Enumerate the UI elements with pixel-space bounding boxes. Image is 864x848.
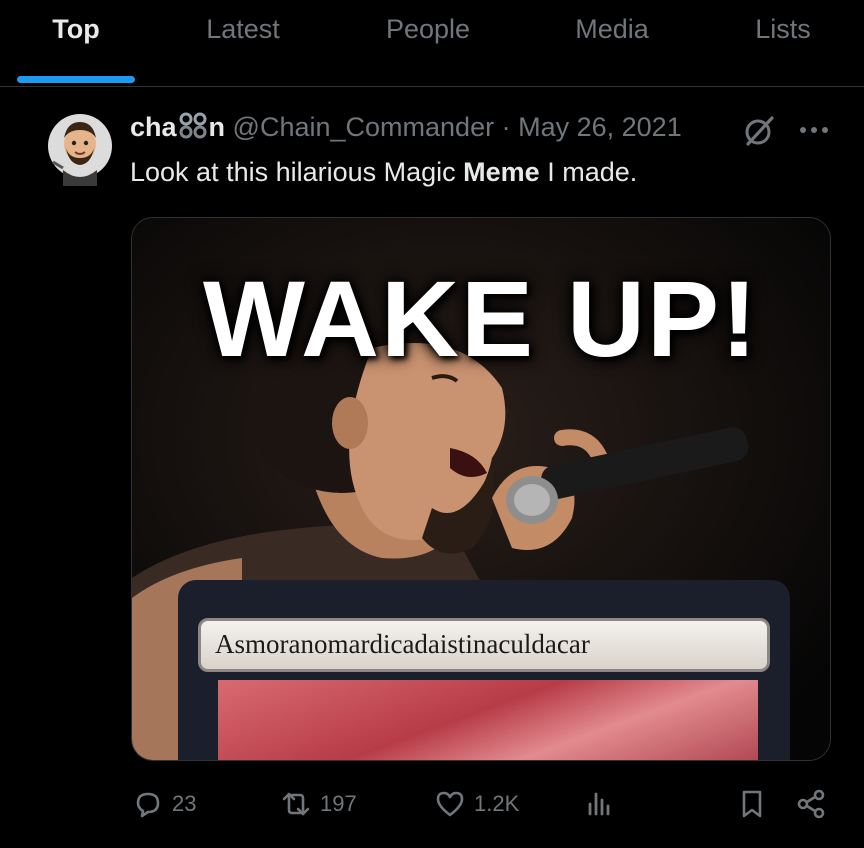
repost-icon	[282, 792, 310, 816]
like-icon	[436, 791, 464, 817]
active-tab-indicator	[17, 76, 135, 83]
tweet-actions: 23 197 1.2K	[0, 780, 864, 830]
tweet-text-part: Look at this hilarious Magic	[130, 157, 464, 187]
display-name[interactable]: cha n	[130, 112, 225, 142]
chain-emoji-icon	[179, 112, 207, 139]
magic-card: Asmoranomardicadaistinaculdacar	[178, 580, 790, 760]
like-count: 1.2K	[474, 791, 520, 816]
tweet-header: cha n @Chain_Commander · May 26, 2021	[130, 112, 682, 148]
tweet-text-part: I made.	[539, 157, 638, 187]
tab-top[interactable]: Top	[17, 14, 135, 54]
avatar[interactable]	[47, 110, 113, 186]
tab-lists[interactable]: Lists	[738, 14, 828, 54]
separator-dot: ·	[501, 112, 511, 142]
display-name-prefix[interactable]: cha	[130, 112, 177, 142]
tweet-text-highlight: Meme	[463, 157, 540, 187]
search-tabs: Top Latest People Media Lists	[0, 0, 864, 87]
reply-icon	[136, 792, 160, 818]
tweet-date[interactable]: May 26, 2021	[518, 112, 682, 142]
reply-count: 23	[172, 791, 197, 816]
meme-caption: WAKE UP!	[203, 258, 759, 379]
share-icon	[797, 789, 825, 819]
repost-button[interactable]: 197	[280, 786, 357, 822]
grok-icon[interactable]	[742, 114, 776, 148]
display-name-suffix[interactable]: n	[209, 112, 226, 142]
tab-latest[interactable]: Latest	[180, 14, 306, 54]
views-icon	[588, 792, 610, 816]
more-icon[interactable]	[797, 118, 831, 142]
reply-button[interactable]: 23	[132, 786, 196, 822]
user-handle[interactable]: @Chain_Commander	[233, 112, 495, 142]
like-button[interactable]: 1.2K	[434, 786, 519, 822]
views-button[interactable]	[584, 786, 624, 822]
repost-count: 197	[320, 791, 357, 816]
share-button[interactable]	[795, 786, 835, 822]
bookmark-button[interactable]	[736, 786, 776, 822]
card-title-bar: Asmoranomardicadaistinaculdacar	[198, 618, 770, 672]
bookmark-icon	[742, 790, 762, 818]
tweet-media-image[interactable]: WAKE UP! Asmoranomardicadaistinaculdacar	[131, 217, 831, 761]
card-art	[218, 680, 758, 760]
tab-people[interactable]: People	[366, 14, 490, 54]
tweet-text: Look at this hilarious Magic Meme I made…	[130, 157, 637, 188]
card-name: Asmoranomardicadaistinaculdacar	[215, 629, 590, 659]
tab-media[interactable]: Media	[554, 14, 670, 54]
